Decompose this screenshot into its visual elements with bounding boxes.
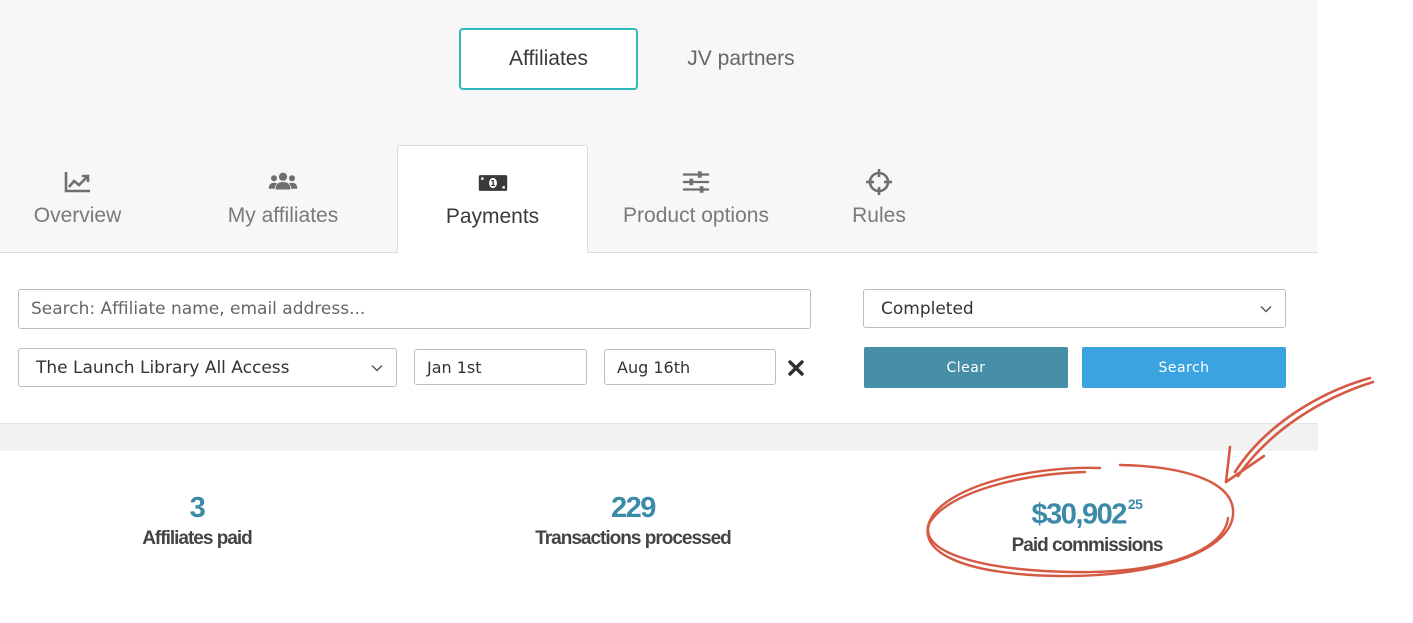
date-to-value: Aug 16th [617, 357, 691, 377]
close-icon[interactable] [787, 359, 805, 377]
status-select[interactable]: Completed [863, 289, 1286, 328]
stat-label: Paid commissions [1011, 534, 1164, 556]
clear-button[interactable]: Clear [864, 347, 1068, 388]
chart-line-icon [63, 168, 93, 196]
product-select[interactable]: The Launch Library All Access [18, 348, 397, 387]
tab-overview[interactable]: Overview [0, 145, 155, 253]
tab-label: Overview [33, 204, 122, 227]
tab-label: Product options [623, 204, 769, 227]
affiliates-toggle[interactable]: Affiliates [459, 28, 638, 90]
date-to-field[interactable]: Aug 16th [604, 349, 776, 385]
stat-paid-commissions: $30,902 25 Paid commissions [957, 490, 1217, 557]
section-divider [0, 423, 1318, 452]
chevron-down-icon [1260, 305, 1272, 312]
stat-value: $30,902 25 [1031, 496, 1143, 531]
sliders-icon [681, 168, 711, 196]
money-bill-icon: 1 [478, 169, 508, 197]
stat-label: Affiliates paid [142, 528, 253, 549]
status-select-value: Completed [881, 298, 974, 319]
date-from-field[interactable]: Jan 1st [414, 349, 587, 385]
tab-label: Rules [852, 204, 906, 227]
date-from-value: Jan 1st [427, 357, 482, 377]
tab-my-affiliates[interactable]: My affiliates [200, 145, 366, 253]
tab-label: My affiliates [227, 204, 339, 227]
stat-value: 3 [189, 492, 206, 524]
stat-cents: 25 [1127, 496, 1143, 512]
search-button[interactable]: Search [1082, 347, 1286, 388]
crosshair-icon [864, 168, 894, 196]
stat-label: Transactions processed [535, 528, 732, 549]
stat-value: 229 [611, 492, 656, 524]
chevron-down-icon [371, 364, 383, 371]
svg-text:1: 1 [490, 179, 495, 188]
tab-rules[interactable]: Rules [826, 145, 932, 253]
users-icon [268, 168, 298, 196]
search-field[interactable] [18, 289, 811, 329]
search-input[interactable] [19, 290, 810, 328]
tab-payments[interactable]: 1 Payments [397, 145, 588, 254]
product-select-value: The Launch Library All Access [36, 357, 290, 378]
tab-product-options[interactable]: Product options [606, 145, 786, 253]
filter-area [0, 253, 1318, 423]
tab-label: Payments [445, 205, 540, 228]
stat-affiliates-paid: 3 Affiliates paid [67, 490, 327, 550]
stat-transactions-processed: 229 Transactions processed [503, 490, 763, 550]
jv-partners-toggle[interactable]: JV partners [651, 28, 831, 90]
